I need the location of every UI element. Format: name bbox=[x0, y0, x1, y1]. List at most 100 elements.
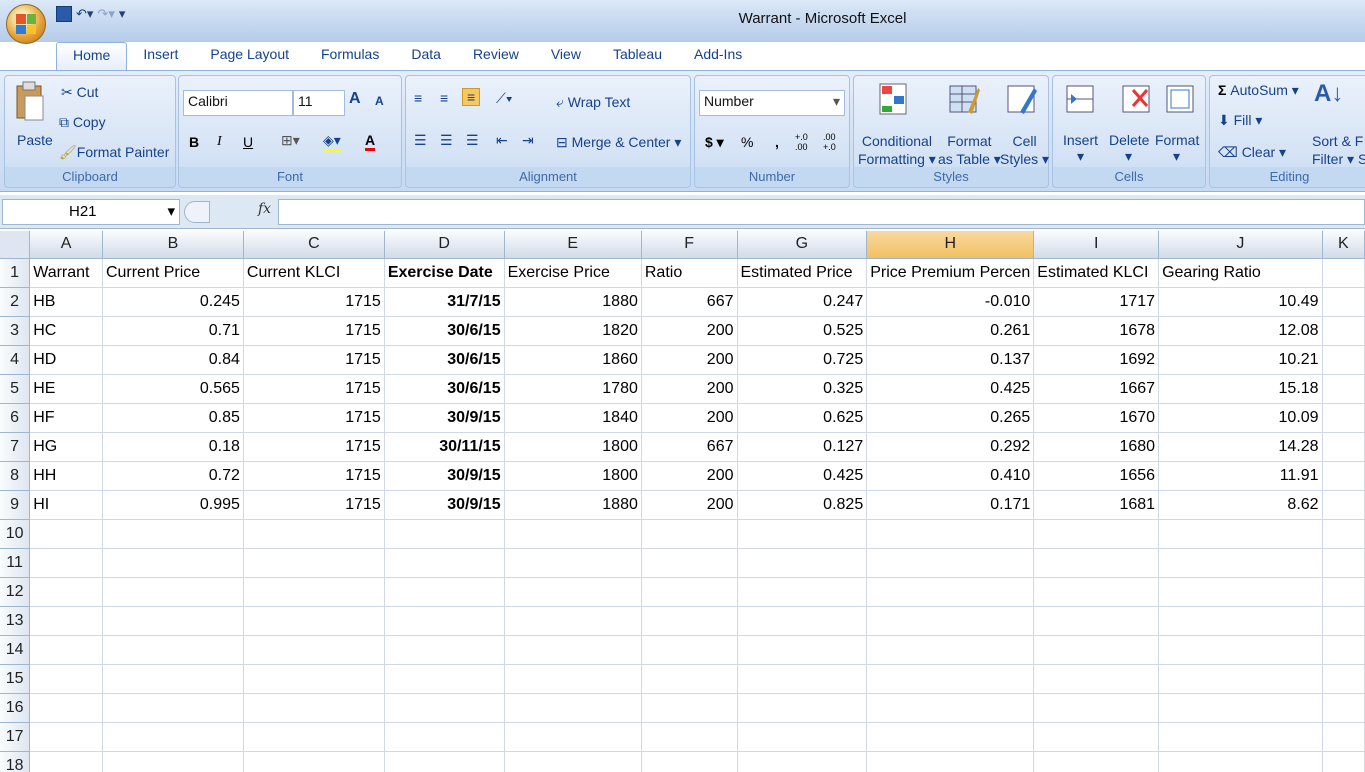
cell[interactable] bbox=[1322, 751, 1365, 772]
cell[interactable]: 0.625 bbox=[737, 403, 868, 433]
column-header-d[interactable]: D bbox=[384, 231, 505, 259]
cell[interactable] bbox=[1322, 577, 1365, 607]
cell[interactable] bbox=[866, 751, 1035, 772]
cell[interactable] bbox=[1158, 548, 1323, 578]
cell[interactable] bbox=[243, 635, 385, 665]
align-left-icon[interactable]: ☰ bbox=[414, 132, 427, 149]
column-header-h[interactable]: H bbox=[866, 231, 1035, 259]
fx-icon[interactable]: fx bbox=[258, 201, 271, 217]
row-header[interactable]: 10 bbox=[0, 519, 31, 549]
cell[interactable]: 0.84 bbox=[102, 345, 244, 375]
cell[interactable]: 667 bbox=[641, 432, 738, 462]
cell[interactable]: 1692 bbox=[1033, 345, 1160, 375]
cell[interactable]: 0.995 bbox=[102, 490, 244, 520]
cell[interactable]: 1670 bbox=[1033, 403, 1160, 433]
cell[interactable] bbox=[384, 751, 505, 772]
tab-review[interactable]: Review bbox=[457, 42, 535, 70]
cell[interactable] bbox=[1158, 635, 1323, 665]
cell[interactable]: 14.28 bbox=[1158, 432, 1323, 462]
cell[interactable]: HB bbox=[29, 287, 103, 317]
conditional-formatting-button[interactable]: Conditional Formatting ▾ bbox=[858, 132, 936, 168]
cell[interactable] bbox=[504, 577, 642, 607]
cell[interactable]: 30/9/15 bbox=[384, 403, 505, 433]
cell[interactable] bbox=[866, 693, 1035, 723]
cell[interactable] bbox=[102, 548, 244, 578]
cell[interactable]: 0.261 bbox=[866, 316, 1035, 346]
cell[interactable]: 30/11/15 bbox=[384, 432, 505, 462]
cell[interactable]: 8.62 bbox=[1158, 490, 1323, 520]
cell[interactable] bbox=[737, 693, 868, 723]
cell[interactable] bbox=[737, 519, 868, 549]
cell[interactable] bbox=[384, 635, 505, 665]
tab-tableau[interactable]: Tableau bbox=[597, 42, 678, 70]
currency-button[interactable]: $ ▾ bbox=[705, 134, 724, 151]
align-center-icon[interactable]: ☰ bbox=[440, 132, 453, 149]
cell[interactable] bbox=[737, 577, 868, 607]
cell[interactable] bbox=[243, 577, 385, 607]
cell[interactable] bbox=[29, 577, 103, 607]
cell[interactable]: 1800 bbox=[504, 432, 642, 462]
cell[interactable]: 200 bbox=[641, 374, 738, 404]
cell[interactable]: 1715 bbox=[243, 403, 385, 433]
cell[interactable]: 200 bbox=[641, 490, 738, 520]
cell[interactable]: 0.725 bbox=[737, 345, 868, 375]
row-header[interactable]: 14 bbox=[0, 635, 31, 665]
cell[interactable]: 1717 bbox=[1033, 287, 1160, 317]
cell[interactable]: 0.245 bbox=[102, 287, 244, 317]
cell[interactable]: HF bbox=[29, 403, 103, 433]
cell-styles-button[interactable]: Cell Styles ▾ bbox=[1000, 132, 1049, 168]
cell[interactable] bbox=[102, 664, 244, 694]
cell[interactable]: Gearing Ratio bbox=[1158, 258, 1323, 288]
cell[interactable]: HC bbox=[29, 316, 103, 346]
cell[interactable] bbox=[641, 548, 738, 578]
cell[interactable]: 0.137 bbox=[866, 345, 1035, 375]
decrease-decimal-button[interactable]: .00 +.0 bbox=[823, 132, 847, 152]
cell[interactable] bbox=[102, 519, 244, 549]
cell[interactable] bbox=[504, 722, 642, 752]
align-right-icon[interactable]: ☰ bbox=[466, 132, 479, 149]
cell[interactable]: 1681 bbox=[1033, 490, 1160, 520]
tab-add-ins[interactable]: Add-Ins bbox=[678, 42, 758, 70]
format-cells-button[interactable]: Format ▾ bbox=[1155, 132, 1199, 165]
cell[interactable] bbox=[737, 722, 868, 752]
cell[interactable] bbox=[102, 722, 244, 752]
cell[interactable]: Estimated Price bbox=[737, 258, 868, 288]
row-header[interactable]: 6 bbox=[0, 403, 31, 433]
cell[interactable]: HH bbox=[29, 461, 103, 491]
cell[interactable]: Exercise Date bbox=[384, 258, 505, 288]
cell[interactable] bbox=[29, 548, 103, 578]
cell[interactable] bbox=[1033, 548, 1160, 578]
cell[interactable] bbox=[1158, 664, 1323, 694]
row-header[interactable]: 18 bbox=[0, 751, 31, 772]
bottom-align-icon[interactable]: ≡ bbox=[462, 88, 481, 106]
cell[interactable] bbox=[866, 722, 1035, 752]
name-box-dropdown-icon[interactable]: ▾ bbox=[167, 202, 175, 220]
cell[interactable]: 31/7/15 bbox=[384, 287, 505, 317]
cell[interactable] bbox=[866, 635, 1035, 665]
cut-button[interactable]: ✂ Cut bbox=[61, 84, 98, 101]
cell[interactable]: 1820 bbox=[504, 316, 642, 346]
cell[interactable] bbox=[29, 693, 103, 723]
cell[interactable] bbox=[102, 751, 244, 772]
row-header[interactable]: 5 bbox=[0, 374, 31, 404]
cell[interactable]: 0.325 bbox=[737, 374, 868, 404]
cell[interactable] bbox=[1322, 693, 1365, 723]
cell[interactable] bbox=[384, 548, 505, 578]
cell[interactable] bbox=[243, 519, 385, 549]
row-header[interactable]: 12 bbox=[0, 577, 31, 607]
format-painter-button[interactable]: 🖌Format Painter bbox=[59, 144, 169, 161]
cell[interactable]: 0.127 bbox=[737, 432, 868, 462]
column-header-g[interactable]: G bbox=[737, 231, 868, 259]
cell[interactable] bbox=[29, 606, 103, 636]
cell[interactable]: 1840 bbox=[504, 403, 642, 433]
cell[interactable] bbox=[504, 751, 642, 772]
cell[interactable] bbox=[1322, 374, 1365, 404]
cell[interactable] bbox=[1158, 577, 1323, 607]
cell[interactable] bbox=[1033, 722, 1160, 752]
cell[interactable]: HD bbox=[29, 345, 103, 375]
cell[interactable] bbox=[737, 751, 868, 772]
cell[interactable] bbox=[1322, 432, 1365, 462]
cell[interactable] bbox=[1322, 606, 1365, 636]
cell[interactable]: 1680 bbox=[1033, 432, 1160, 462]
autosum-button[interactable]: Σ AutoSum ▾ bbox=[1218, 82, 1299, 99]
